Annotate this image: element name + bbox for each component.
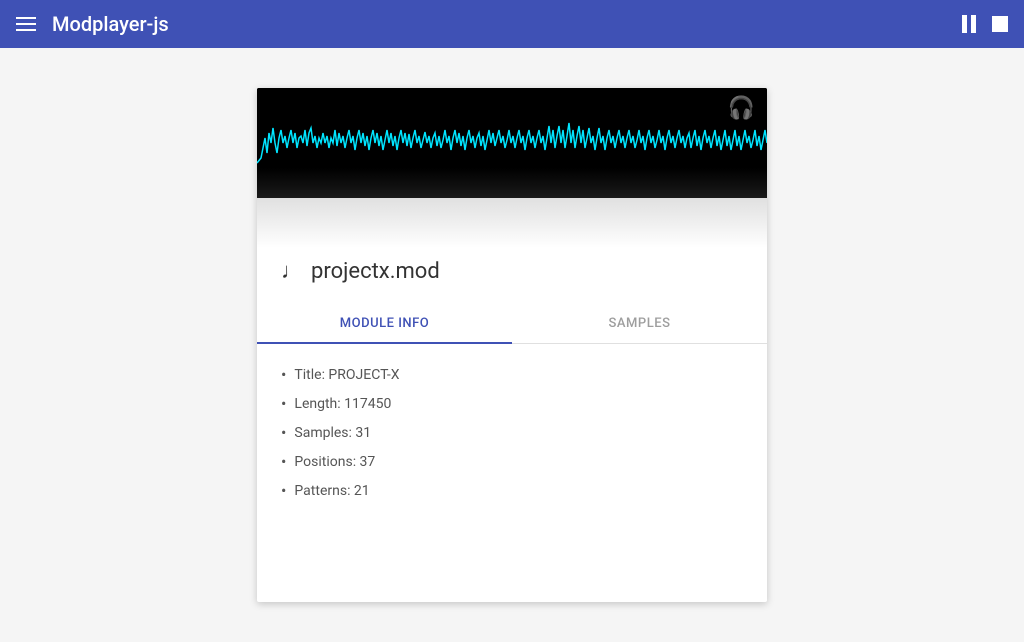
song-title-area: ♩ projectx.mod (257, 248, 767, 304)
info-title: Title: PROJECT-X (281, 360, 743, 389)
tabs-container: MODULE INFO SAMPLES (257, 304, 767, 344)
song-filename: projectx.mod (311, 259, 440, 284)
info-length: Length: 117450 (281, 389, 743, 418)
tab-samples[interactable]: SAMPLES (512, 304, 767, 343)
waveform-gradient (257, 168, 767, 198)
info-positions: Positions: 37 (281, 447, 743, 476)
waveform-container: 🎧 (257, 88, 767, 198)
menu-icon[interactable] (16, 17, 36, 31)
module-info-content: Title: PROJECT-X Length: 117450 Samples:… (257, 344, 767, 529)
stop-icon (992, 16, 1008, 32)
stop-button[interactable] (992, 16, 1008, 32)
pause-button[interactable] (962, 15, 980, 33)
info-samples: Samples: 31 (281, 418, 743, 447)
headphone-icon: 🎧 (728, 96, 755, 121)
tab-module-info[interactable]: MODULE INFO (257, 304, 512, 343)
pause-icon (962, 15, 980, 33)
music-note-icon: ♩ (281, 258, 303, 284)
toolbar: Modplayer-js (0, 0, 1024, 48)
waveform-fade (257, 198, 767, 248)
info-list: Title: PROJECT-X Length: 117450 Samples:… (281, 360, 743, 505)
app-title: Modplayer-js (52, 12, 946, 36)
info-patterns: Patterns: 21 (281, 476, 743, 505)
player-card: 🎧 ♩ projectx.mod MODULE INFO SAMPLES Tit… (257, 88, 767, 602)
toolbar-controls (962, 15, 1008, 33)
main-content: 🎧 ♩ projectx.mod MODULE INFO SAMPLES Tit… (0, 48, 1024, 642)
